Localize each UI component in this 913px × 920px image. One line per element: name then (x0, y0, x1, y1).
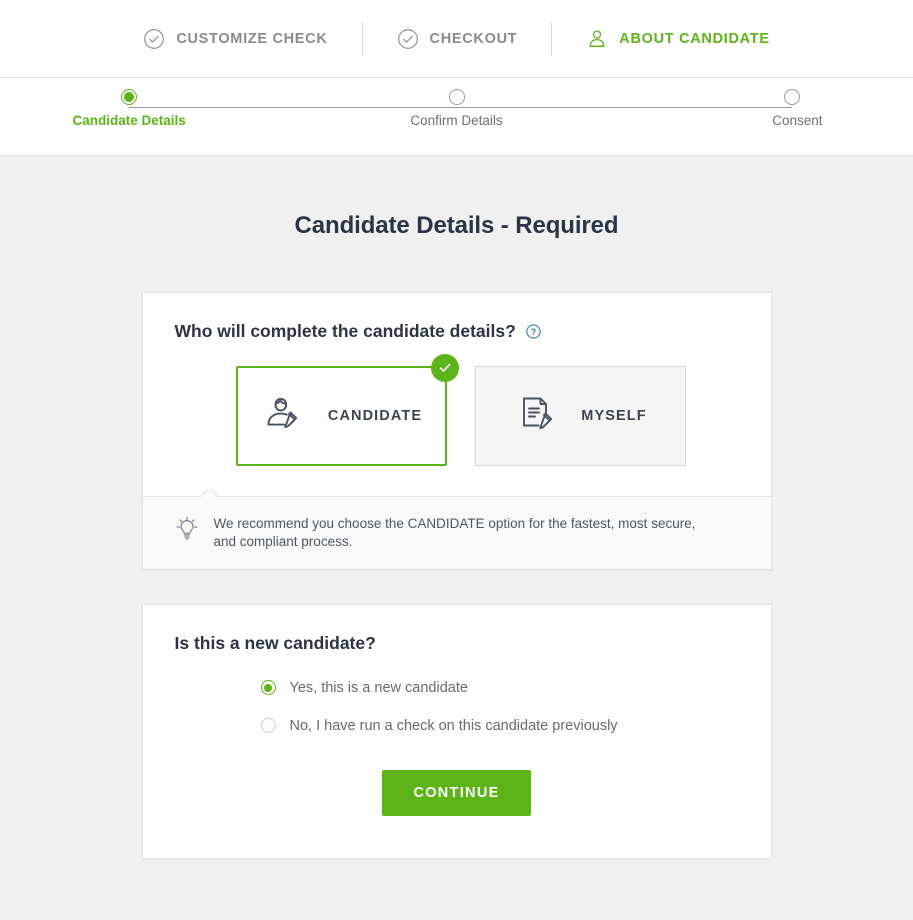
top-navigation: CUSTOMIZE CHECK CHECKOUT ABOUT CANDIDATE (0, 0, 913, 78)
nav-item-about-candidate[interactable]: ABOUT CANDIDATE (551, 21, 803, 56)
radio-label: No, I have run a check on this candidate… (289, 717, 618, 734)
nav-item-label: CUSTOMIZE CHECK (176, 30, 328, 47)
selected-check-badge (430, 354, 459, 382)
new-candidate-radio-group: Yes, this is a new candidate No, I have … (175, 654, 739, 734)
tip-notch-arrow (201, 489, 217, 497)
who-completes-question-row: Who will complete the candidate details?… (175, 321, 739, 342)
person-icon (586, 28, 608, 50)
nav-item-checkout[interactable]: CHECKOUT (361, 21, 552, 56)
stepper-step-consent[interactable]: Consent (694, 89, 874, 128)
new-candidate-question-row: Is this a new candidate? (175, 633, 739, 654)
who-completes-card: Who will complete the candidate details?… (141, 292, 772, 570)
radio-option-yes[interactable]: Yes, this is a new candidate (260, 679, 739, 696)
document-edit-icon (513, 391, 559, 442)
recommendation-tip-bar: We recommend you choose the CANDIDATE op… (142, 496, 771, 569)
radio-button[interactable] (260, 680, 276, 696)
person-edit-icon (260, 391, 306, 442)
step-indicator-dot (783, 89, 800, 105)
choice-myself[interactable]: MYSELF (474, 366, 686, 466)
progress-stepper: Candidate Details Confirm Details Consen… (0, 78, 913, 156)
check-circle-icon (397, 28, 419, 50)
new-candidate-question: Is this a new candidate? (174, 632, 376, 653)
who-completes-question: Who will complete the candidate details? (174, 321, 516, 341)
continue-button[interactable]: CONTINUE (382, 769, 531, 816)
svg-text:?: ? (531, 327, 537, 337)
radio-button[interactable] (260, 718, 276, 734)
step-label: Candidate Details (72, 113, 186, 128)
nav-item-label: CHECKOUT (429, 30, 518, 47)
check-circle-icon (143, 28, 165, 50)
step-indicator-dot (448, 89, 465, 105)
stepper-step-confirm-details[interactable]: Confirm Details (367, 89, 547, 128)
nav-item-label: ABOUT CANDIDATE (619, 30, 770, 47)
page-title: Candidate Details - Required (294, 212, 619, 239)
radio-option-no[interactable]: No, I have run a check on this candidate… (260, 717, 739, 734)
step-indicator-dot (120, 89, 137, 105)
choice-label: MYSELF (581, 408, 647, 424)
lightbulb-icon (175, 515, 199, 547)
new-candidate-card: Is this a new candidate? Yes, this is a … (141, 603, 772, 859)
choice-candidate[interactable]: CANDIDATE (235, 354, 459, 466)
continue-button-wrap: CONTINUE (143, 756, 771, 858)
stepper-step-candidate-details[interactable]: Candidate Details (40, 89, 220, 128)
choice-label: CANDIDATE (327, 408, 423, 424)
radio-label: Yes, this is a new candidate (289, 679, 468, 696)
nav-item-customize-check[interactable]: CUSTOMIZE CHECK (109, 22, 361, 56)
step-label: Confirm Details (410, 113, 503, 128)
who-completes-choices: CANDIDATE MYSELF (175, 342, 739, 496)
recommendation-tip-text: We recommend you choose the CANDIDATE op… (213, 516, 696, 549)
step-label: Consent (772, 113, 823, 128)
question-circle-icon[interactable]: ? (526, 324, 541, 339)
